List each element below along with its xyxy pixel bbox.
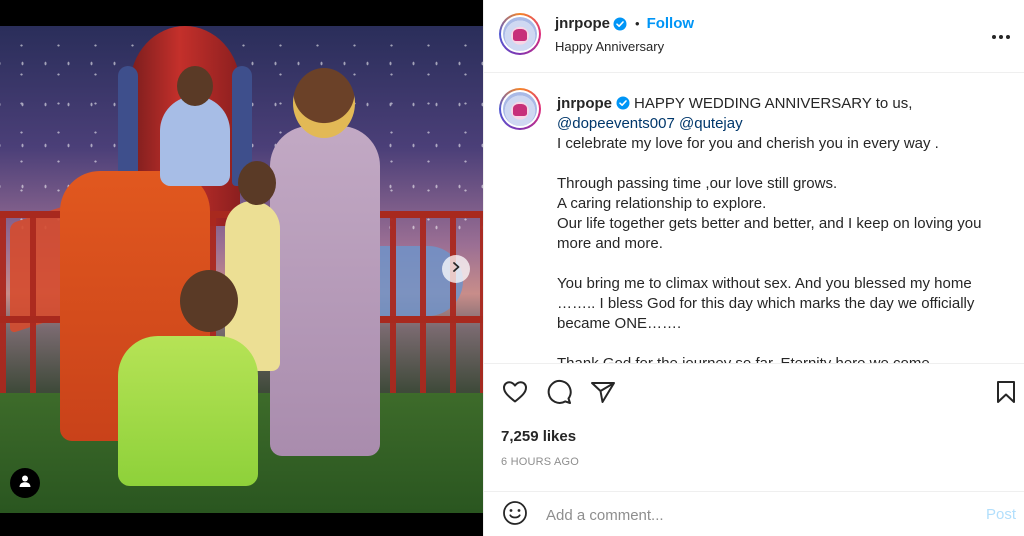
post-location[interactable]: Happy Anniversary [555,39,664,54]
mention-link[interactable]: @dopeevents007 [557,115,675,132]
caption-line: I celebrate my love for you and cherish … [557,135,939,152]
caption-line: Our life together gets better and better… [557,215,982,252]
like-button[interactable] [501,380,529,408]
save-button[interactable] [992,380,1020,408]
more-horizontal-icon [991,27,1011,45]
photo-figure-head [180,270,238,332]
post-media [0,0,483,536]
avatar-image [503,92,537,126]
caption-line: A caring relationship to explore. [557,195,767,212]
post-comment-button[interactable]: Post [986,506,1016,523]
likes-count[interactable]: 7,259 likes [501,428,576,445]
photo-rocket-fin [118,66,138,186]
emoji-button[interactable] [501,500,529,531]
tagged-users-button[interactable] [10,468,40,498]
user-tag-icon [18,474,32,493]
paper-plane-icon [590,380,616,409]
post-timestamp[interactable]: 6 HOURS AGO [501,456,579,468]
comment-bar: Post [484,491,1024,536]
follow-button[interactable]: Follow [647,15,695,32]
smiley-icon [502,500,528,531]
comment-input[interactable] [546,502,946,528]
photo-figure-woman [270,126,380,456]
photo-figure-head [177,66,213,106]
mention-link[interactable]: @qutejay [679,115,743,132]
caption-avatar[interactable] [499,88,541,130]
caption-area: jnrpope HAPPY WEDDING ANNIVERSARY to us, … [484,74,1024,363]
verified-badge-icon [613,17,627,31]
avatar[interactable] [499,13,541,55]
caption-line: You bring me to climax without sex. And … [557,275,975,332]
heart-icon [502,380,528,409]
next-slide-button[interactable] [442,255,470,283]
photo-figure-head [238,161,276,205]
photo-figure-head [293,68,355,138]
chevron-right-icon [450,260,462,278]
avatar-image [503,17,537,51]
verified-badge-icon [616,96,630,110]
photo-figure-baby [160,96,230,186]
caption-intro: HAPPY WEDDING ANNIVERSARY to us, [634,95,913,112]
caption-line: Through passing time ,our love still gro… [557,175,838,192]
bookmark-icon [995,380,1017,409]
post-photo[interactable] [0,26,483,513]
comment-button[interactable] [545,379,573,410]
header-name-line: jnrpope • Follow [555,15,694,32]
photo-figure-child [118,336,258,486]
caption-text: jnrpope HAPPY WEDDING ANNIVERSARY to us, … [557,94,1012,363]
caption-line: Thank God for the journey so far. Eterni… [557,354,1012,363]
share-button[interactable] [589,380,617,408]
comment-icon [546,379,572,410]
post-header: jnrpope • Follow Happy Anniversary [484,0,1024,73]
more-options-button[interactable] [989,24,1013,48]
username-link[interactable]: jnrpope [555,15,610,32]
action-bar [484,363,1024,423]
caption-username-link[interactable]: jnrpope [557,95,612,112]
separator-dot: • [635,16,640,31]
post-side-panel: jnrpope • Follow Happy Anniversary jnrpo… [483,0,1024,536]
